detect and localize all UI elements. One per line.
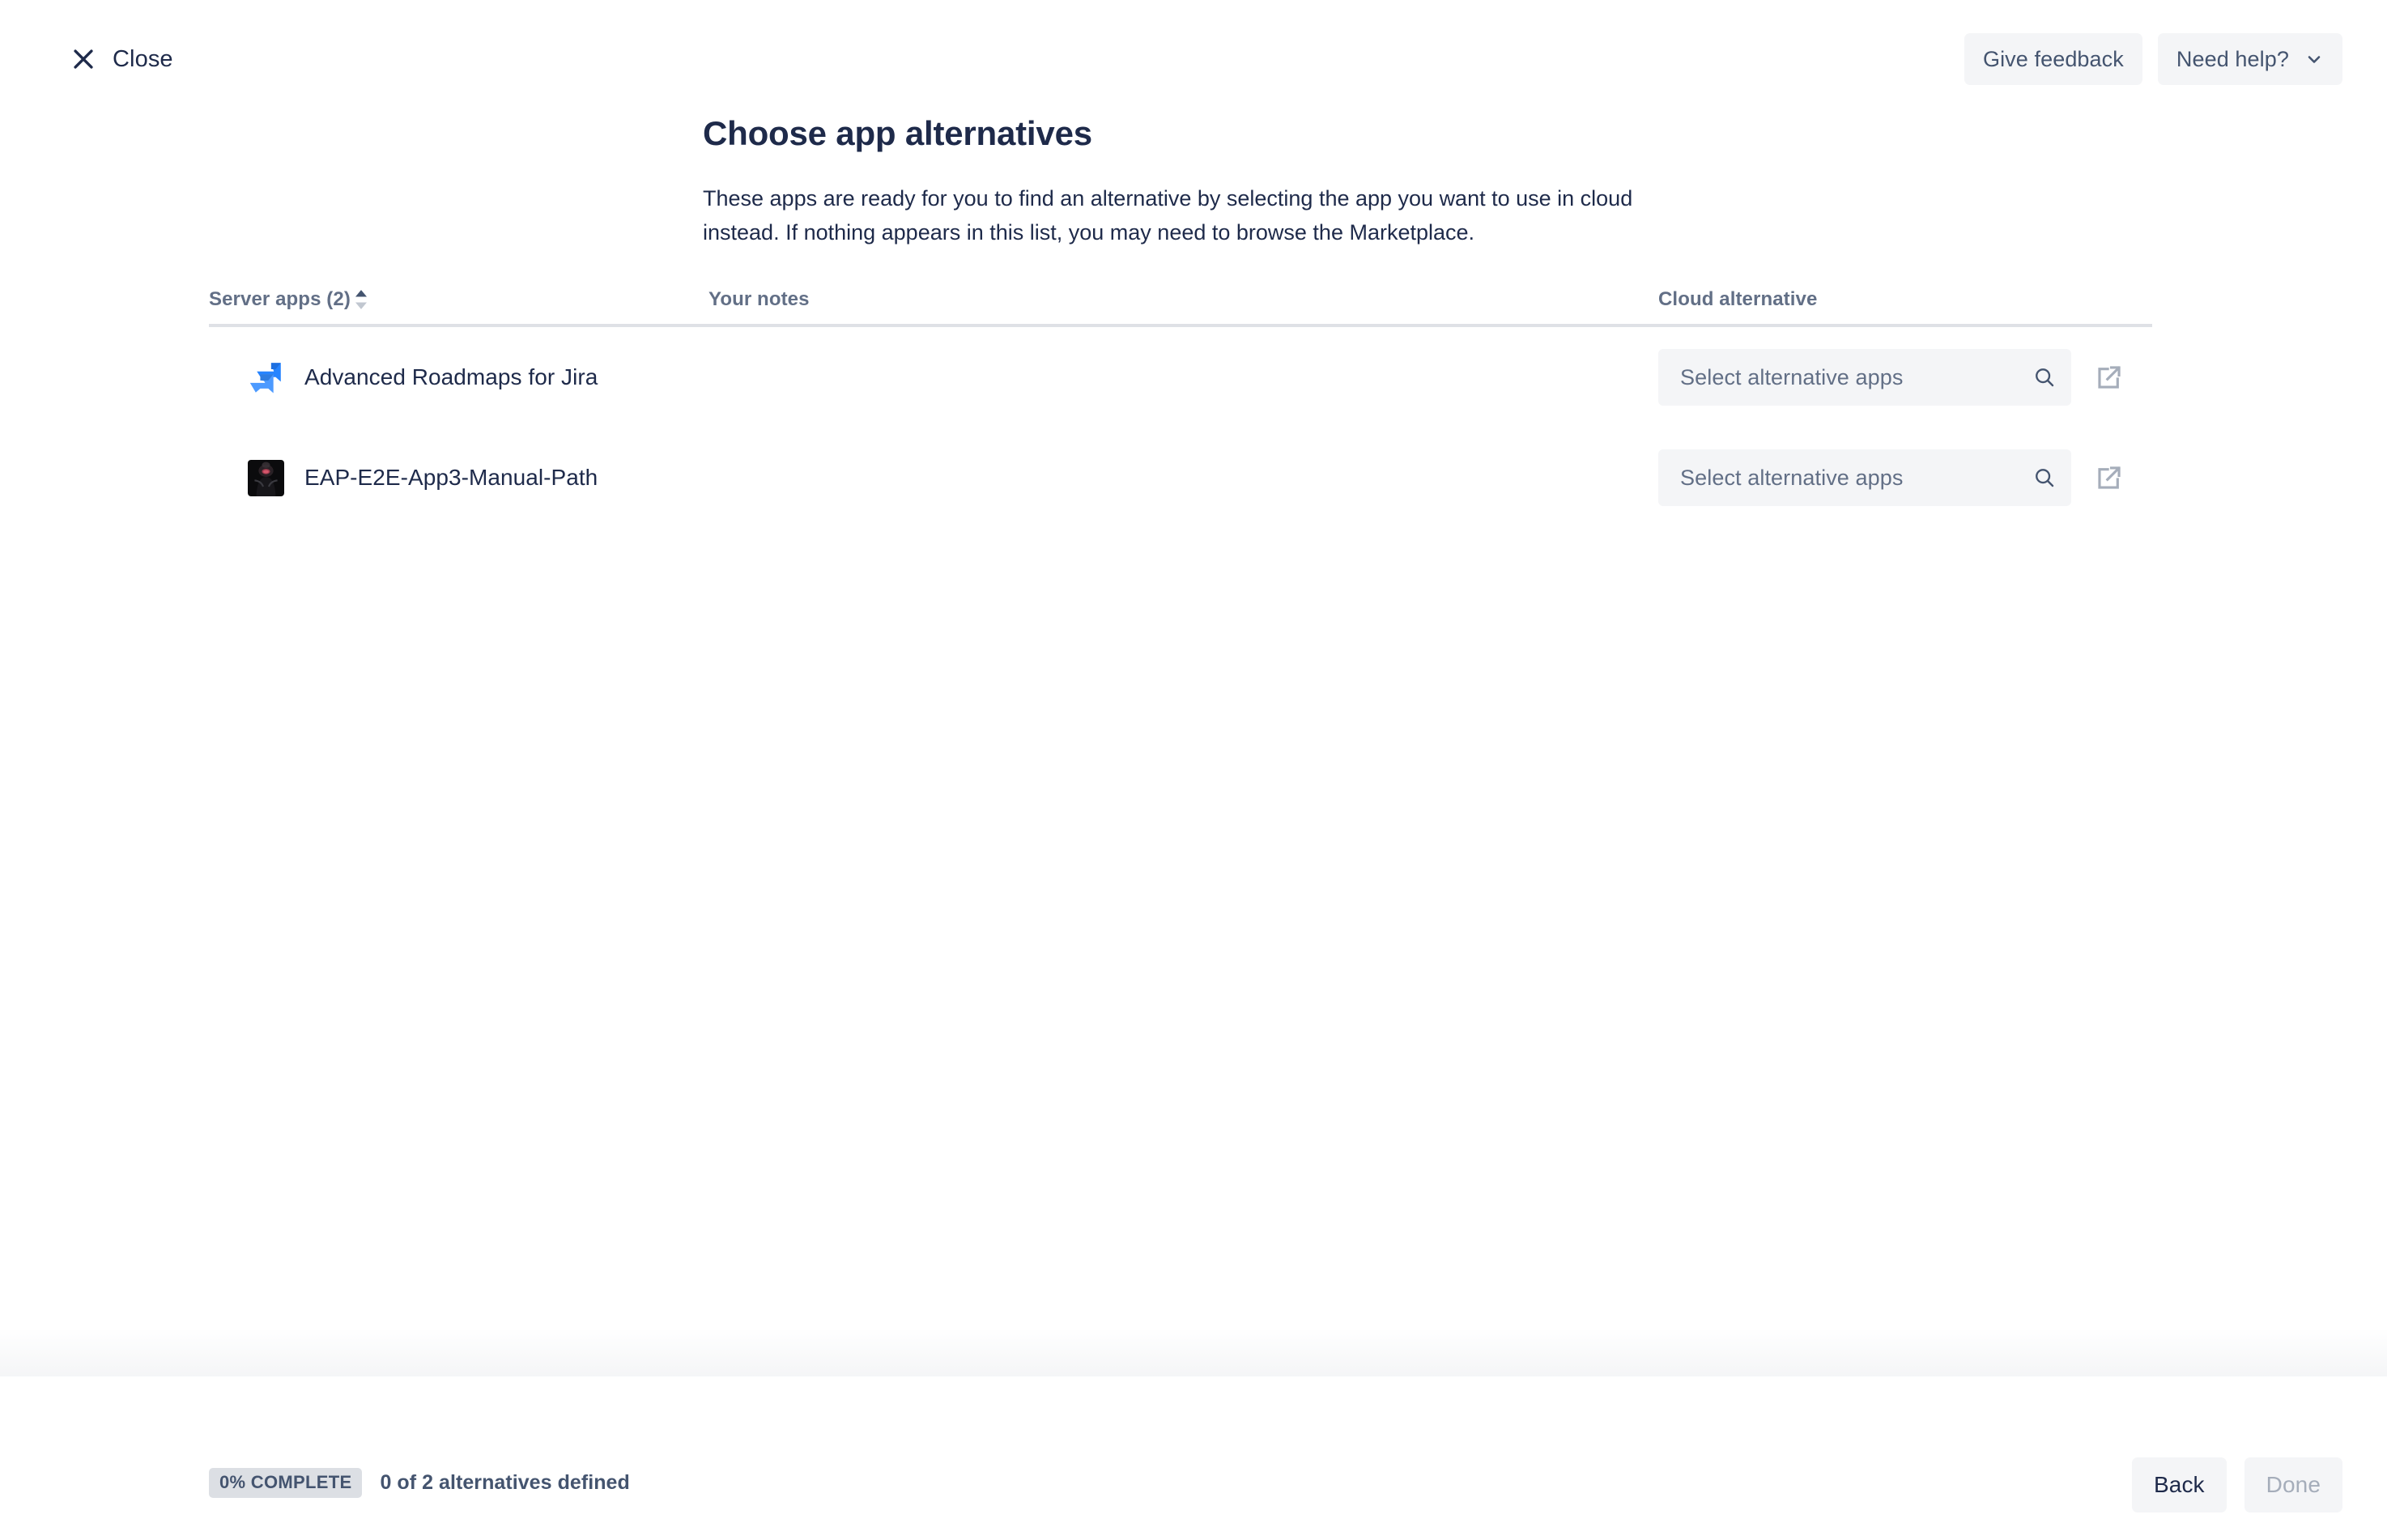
column-label-your-notes: Your notes <box>708 288 810 310</box>
app-avatar-icon <box>248 459 284 496</box>
page-title: Choose app alternatives <box>703 114 1092 153</box>
table-header-cell-server-apps: Server apps (2) <box>209 287 708 311</box>
done-button[interactable]: Done <box>2244 1457 2342 1512</box>
done-button-label: Done <box>2266 1472 2321 1497</box>
choose-app-alternatives-page: Close Give feedback Need help? Choose ap… <box>0 0 2387 1540</box>
apps-table: Server apps (2) Your notes Cloud alterna… <box>209 287 2152 528</box>
table-header-cell-cloud-alternative: Cloud alternative <box>1658 287 2152 310</box>
page-description: These apps are ready for you to find an … <box>703 186 1633 245</box>
need-help-label: Need help? <box>2176 46 2289 71</box>
server-app-cell: Advanced Roadmaps for Jira <box>209 359 708 396</box>
top-bar: Close Give feedback Need help? <box>0 0 2387 125</box>
cloud-alternative-cell: Select alternative apps <box>1658 349 2152 406</box>
alternative-apps-placeholder: Select alternative apps <box>1680 364 1904 389</box>
jira-roadmaps-icon <box>249 362 281 393</box>
server-app-cell: EAP-E2E-App3-Manual-Path <box>209 459 708 496</box>
sort-header-server-apps[interactable]: Server apps (2) <box>209 287 369 311</box>
progress-text: 0 of 2 alternatives defined <box>380 1471 630 1494</box>
server-app-name: Advanced Roadmaps for Jira <box>304 364 598 390</box>
alternative-apps-placeholder: Select alternative apps <box>1680 465 1904 490</box>
close-icon <box>74 49 93 69</box>
back-button-label: Back <box>2154 1472 2205 1497</box>
footer-actions: Back Done <box>2132 1457 2342 1512</box>
need-help-button[interactable]: Need help? <box>2157 33 2342 85</box>
cloud-alternative-cell: Select alternative apps <box>1658 449 2152 506</box>
open-marketplace-button[interactable] <box>2091 459 2128 496</box>
external-link-icon <box>2098 366 2121 389</box>
table-row: EAP-E2E-App3-Manual-Path Select alternat… <box>209 428 2152 528</box>
table-header-cell-your-notes: Your notes <box>708 287 1658 310</box>
status-badge: 0% COMPLETE <box>209 1468 363 1498</box>
search-icon <box>2036 469 2054 487</box>
close-button[interactable]: Close <box>63 40 180 78</box>
back-button[interactable]: Back <box>2132 1457 2227 1512</box>
top-actions: Give feedback Need help? <box>1964 33 2342 85</box>
column-label-server-apps: Server apps (2) <box>209 288 351 310</box>
give-feedback-label: Give feedback <box>1982 46 2124 71</box>
chevron-down-icon <box>2308 56 2321 63</box>
progress-status: 0% COMPLETE 0 of 2 alternatives defined <box>209 1468 630 1498</box>
give-feedback-button[interactable]: Give feedback <box>1964 33 2142 85</box>
footer-bar: 0% COMPLETE 0 of 2 alternatives defined … <box>0 1376 2387 1540</box>
sort-arrows-icon <box>355 290 367 309</box>
column-label-cloud-alternative: Cloud alternative <box>1658 288 1818 310</box>
footer-shadow <box>0 1328 2387 1376</box>
external-link-icon <box>2098 466 2121 489</box>
search-icon <box>2036 368 2054 387</box>
close-button-label: Close <box>113 45 173 72</box>
alternative-apps-select[interactable]: Select alternative apps <box>1658 449 2071 506</box>
open-marketplace-button[interactable] <box>2091 359 2128 396</box>
table-body: Advanced Roadmaps for Jira Select altern… <box>209 327 2152 528</box>
table-row: Advanced Roadmaps for Jira Select altern… <box>209 327 2152 428</box>
alternative-apps-select[interactable]: Select alternative apps <box>1658 349 2071 406</box>
server-app-name: EAP-E2E-App3-Manual-Path <box>304 465 598 491</box>
table-header-row: Server apps (2) Your notes Cloud alterna… <box>209 287 2152 327</box>
